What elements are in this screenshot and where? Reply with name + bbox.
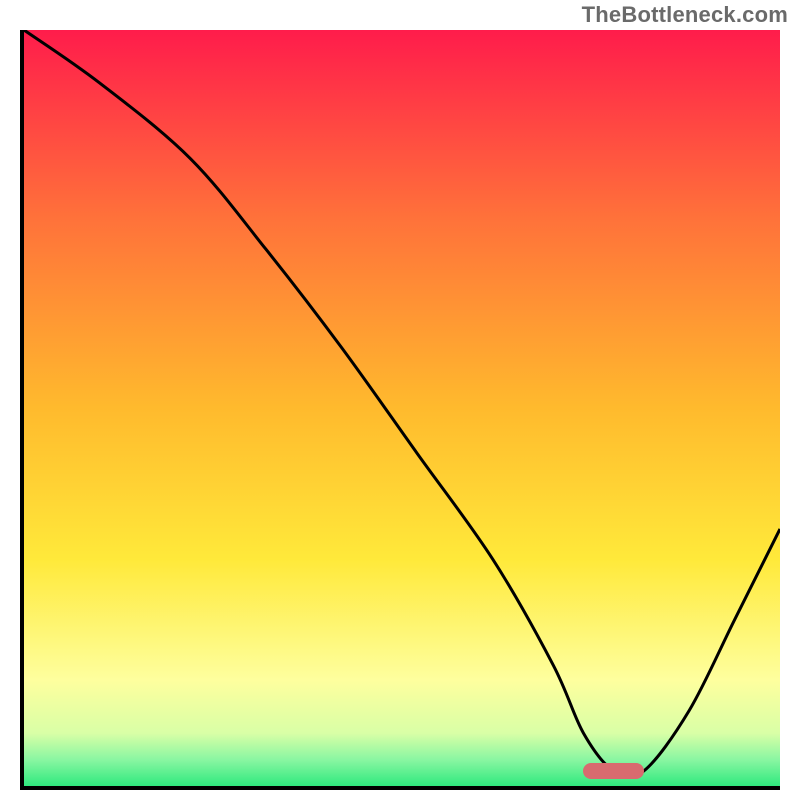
watermark-text: TheBottleneck.com: [582, 2, 788, 28]
chart-curve: [24, 30, 780, 786]
chart-plot-area: [20, 30, 780, 790]
page-root: TheBottleneck.com: [0, 0, 800, 800]
optimal-range-marker: [583, 763, 643, 779]
